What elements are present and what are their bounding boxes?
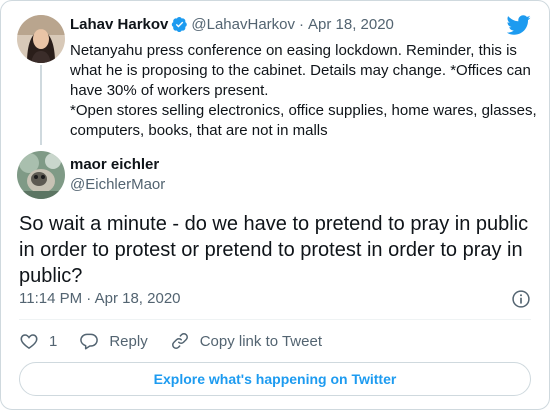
reply-label: Reply	[109, 332, 148, 350]
copy-link-button[interactable]: Copy link to Tweet	[170, 331, 322, 351]
like-button[interactable]: 1	[19, 331, 57, 351]
explore-twitter-button[interactable]: Explore what's happening on Twitter	[19, 362, 531, 396]
like-count: 1	[49, 332, 58, 350]
parent-tweet-header: Lahav Harkov @LahavHarkov · Apr 18, 2020	[70, 16, 394, 33]
heart-icon	[20, 334, 38, 349]
tweet-text: So wait a minute - do we have to pretend…	[19, 213, 529, 287]
tweet-author-header: maor eichler @EichlerMaor	[70, 155, 165, 195]
twitter-bird-icon[interactable]	[507, 13, 531, 37]
parent-avatar[interactable]	[17, 15, 65, 63]
tweet-actions-bar: 1 Reply Copy link to Tweet	[19, 331, 344, 351]
info-icon[interactable]	[511, 289, 531, 309]
parent-avatar-image	[17, 15, 65, 63]
author-handle[interactable]: @EichlerMaor	[70, 175, 165, 195]
parent-tweet-text: Netanyahu press conference on easing loc…	[70, 41, 540, 141]
reply-button[interactable]: Reply	[79, 331, 148, 351]
parent-text-paragraph-2: *Open stores selling electronics, office…	[70, 102, 537, 139]
verified-badge-icon	[172, 16, 188, 33]
parent-text-paragraph-1: Netanyahu press conference on easing loc…	[70, 42, 531, 99]
copy-link-label: Copy link to Tweet	[199, 332, 322, 350]
author-name[interactable]: maor eichler	[70, 156, 159, 173]
link-icon	[171, 333, 188, 349]
parent-tweet-date[interactable]: Apr 18, 2020	[308, 16, 394, 33]
reply-bubble-icon	[80, 333, 99, 350]
parent-author-name[interactable]: Lahav Harkov	[70, 16, 168, 33]
author-avatar[interactable]	[17, 151, 65, 199]
tweet-timestamp[interactable]: 11:14 PM · Apr 18, 2020	[19, 290, 181, 307]
tweet-embed-card: Lahav Harkov @LahavHarkov · Apr 18, 2020…	[0, 0, 550, 410]
tweet-time: 11:14 PM	[19, 290, 83, 307]
tweet-date: Apr 18, 2020	[94, 290, 181, 307]
separator-dot: ·	[299, 16, 304, 33]
author-avatar-image	[17, 151, 65, 199]
thread-connector-line	[40, 65, 42, 145]
separator-dot: ·	[86, 290, 92, 307]
divider	[19, 319, 531, 320]
parent-author-handle[interactable]: @LahavHarkov	[191, 16, 295, 33]
